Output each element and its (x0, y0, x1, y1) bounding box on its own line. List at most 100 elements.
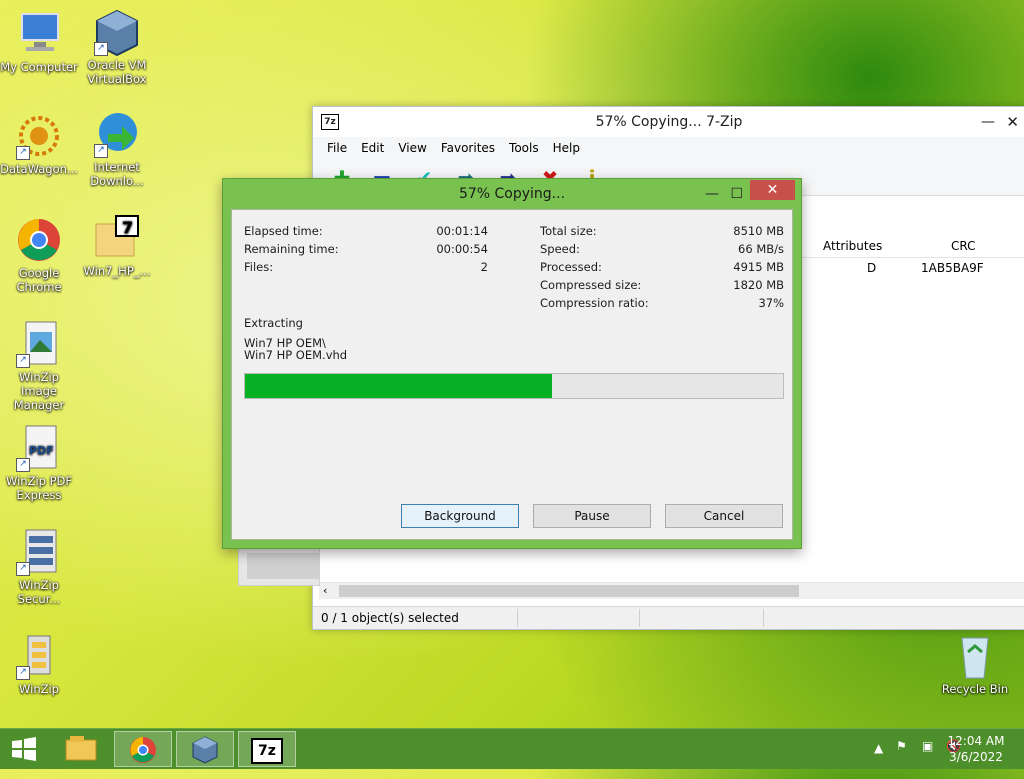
winzip-icon: ↗ (14, 632, 64, 680)
value-compression-ratio: 37% (758, 296, 784, 310)
desktop-icon-winzip-pdf-express[interactable]: PDF ↗ WinZip PDF Express (0, 424, 78, 502)
value-files: 2 (480, 260, 488, 274)
taskbar-virtualbox[interactable] (176, 731, 234, 767)
row-crc: 1AB5BA9F (921, 261, 984, 275)
internet-download-manager-icon: ↗ (92, 110, 142, 158)
desktop-icon-winzip[interactable]: ↗ WinZip (0, 632, 78, 696)
dialog-titlebar[interactable]: 57% Copying... — ☐ ✕ (223, 179, 801, 209)
value-total-size: 8510 MB (733, 224, 784, 238)
status-text: 0 / 1 object(s) selected (321, 611, 459, 625)
desktop-icon-label: Oracle VM VirtualBox (87, 58, 147, 86)
progress-bar (244, 373, 784, 399)
taskbar-chrome[interactable] (114, 731, 172, 767)
desktop-icon-virtualbox[interactable]: ↗ Oracle VM VirtualBox (78, 8, 156, 86)
desktop-icon-datawagon[interactable]: ↗ DataWagon... (0, 112, 78, 176)
minimize-icon[interactable]: — (981, 107, 995, 137)
shortcut-arrow-icon: ↗ (16, 666, 30, 680)
label-speed: Speed: (540, 242, 580, 256)
chrome-icon (14, 216, 64, 264)
label-processed: Processed: (540, 260, 602, 274)
shortcut-arrow-icon: ↗ (94, 42, 108, 56)
label-remaining-time: Remaining time: (244, 242, 339, 256)
desktop-icon-label: Win7_HP_... (83, 264, 151, 278)
desktop-icon-label: Recycle Bin (941, 682, 1009, 696)
scrollbar-thumb[interactable] (339, 585, 799, 597)
network-icon[interactable]: ▣ (922, 739, 933, 753)
menu-file[interactable]: File (327, 141, 347, 155)
shortcut-arrow-icon: ↗ (94, 144, 108, 158)
desktop-icon-internet-download-manager[interactable]: ↗ Internet Downlo... (78, 110, 156, 188)
desktop-icon-winzip-image-manager[interactable]: ↗ WinZip Image Manager (0, 320, 78, 412)
close-icon[interactable]: ✕ (750, 180, 795, 200)
label-files: Files: (244, 260, 274, 274)
7zip-archive-icon: 7 (92, 214, 142, 262)
file-explorer-icon (65, 736, 97, 761)
7zip-icon: 7z (251, 738, 283, 764)
operation-label: Extracting (244, 316, 303, 330)
taskbar-7zip[interactable]: 7z (238, 731, 296, 767)
virtualbox-icon (192, 736, 218, 764)
minimize-icon[interactable]: — (705, 179, 719, 209)
desktop-icon-my-computer[interactable]: My Computer (0, 10, 78, 74)
label-compressed-size: Compressed size: (540, 278, 642, 292)
column-attributes[interactable]: Attributes (823, 239, 882, 253)
row-attributes: D (867, 261, 877, 275)
scroll-left-icon[interactable]: ‹ (323, 583, 327, 599)
start-button[interactable] (0, 731, 48, 767)
progress-bar-fill (245, 374, 552, 398)
dialog-body: Elapsed time: 00:01:14 Remaining time: 0… (231, 209, 793, 540)
value-compressed-size: 1820 MB (733, 278, 784, 292)
show-hidden-icons-icon[interactable]: ▲ (874, 741, 883, 755)
menu-help[interactable]: Help (553, 141, 580, 155)
system-tray: ▲ ⚑ ▣ 🔇 12:04 AM 3/6/2022 (824, 729, 1024, 769)
menu-tools[interactable]: Tools (509, 141, 539, 155)
background-button[interactable]: Background (401, 504, 519, 528)
chrome-icon (130, 737, 156, 763)
desktop-icon-label: WinZip (19, 682, 59, 696)
pause-button[interactable]: Pause (533, 504, 651, 528)
value-elapsed-time: 00:01:14 (436, 224, 488, 238)
label-total-size: Total size: (540, 224, 597, 238)
desktop-icon-win7-archive[interactable]: 7 Win7_HP_... (78, 214, 156, 278)
desktop-icon-label: WinZip Image Manager (13, 370, 65, 412)
desktop-icon-label: My Computer (0, 60, 78, 74)
desktop-icon-winzip-secure[interactable]: ↗ WinZip Secur... (0, 528, 78, 606)
desktop-icon-recycle-bin[interactable]: Recycle Bin (936, 632, 1014, 696)
taskbar: 7z ▲ ⚑ ▣ 🔇 12:04 AM 3/6/2022 (0, 728, 1024, 769)
desktop-icon-label: DataWagon... (0, 162, 78, 176)
value-speed: 66 MB/s (738, 242, 784, 256)
copy-progress-dialog[interactable]: 57% Copying... — ☐ ✕ Elapsed time: 00:01… (222, 178, 802, 549)
windows-start-icon (12, 737, 36, 761)
taskbar-file-explorer[interactable] (52, 731, 110, 767)
background-window-fragment (238, 548, 320, 586)
computer-icon (14, 10, 64, 58)
svg-text:7: 7 (122, 218, 133, 237)
label-elapsed-time: Elapsed time: (244, 224, 323, 238)
maximize-icon[interactable]: ☐ (730, 179, 743, 209)
shortcut-arrow-icon: ↗ (16, 146, 30, 160)
main-window-title: 57% Copying... 7-Zip (595, 114, 743, 130)
virtualbox-icon: ↗ (92, 8, 142, 57)
dialog-title: 57% Copying... (458, 186, 566, 202)
close-icon[interactable]: ✕ (1006, 107, 1019, 137)
datawagon-icon: ↗ (14, 112, 64, 160)
recycle-bin-icon (950, 632, 1000, 680)
horizontal-scrollbar[interactable]: ‹ (319, 582, 1024, 599)
action-center-flag-icon[interactable]: ⚑ (896, 739, 907, 753)
menu-view[interactable]: View (398, 141, 426, 155)
column-crc[interactable]: CRC (951, 239, 976, 253)
main-window-titlebar[interactable]: 7z 57% Copying... 7-Zip — ✕ (313, 107, 1024, 137)
shortcut-arrow-icon: ↗ (16, 562, 30, 576)
clock[interactable]: 12:04 AM 3/6/2022 (946, 733, 1006, 765)
cancel-button[interactable]: Cancel (665, 504, 783, 528)
clock-time: 12:04 AM (947, 734, 1005, 748)
value-processed: 4915 MB (733, 260, 784, 274)
menu-favorites[interactable]: Favorites (441, 141, 495, 155)
7zip-app-icon: 7z (321, 114, 339, 130)
desktop-icon-label: WinZip Secur... (17, 578, 61, 606)
desktop-icon-chrome[interactable]: Google Chrome (0, 216, 78, 294)
value-remaining-time: 00:00:54 (436, 242, 488, 256)
winzip-pdf-express-icon: PDF ↗ (14, 424, 64, 472)
menu-edit[interactable]: Edit (361, 141, 384, 155)
desktop-icon-label: Internet Downlo... (90, 160, 144, 188)
